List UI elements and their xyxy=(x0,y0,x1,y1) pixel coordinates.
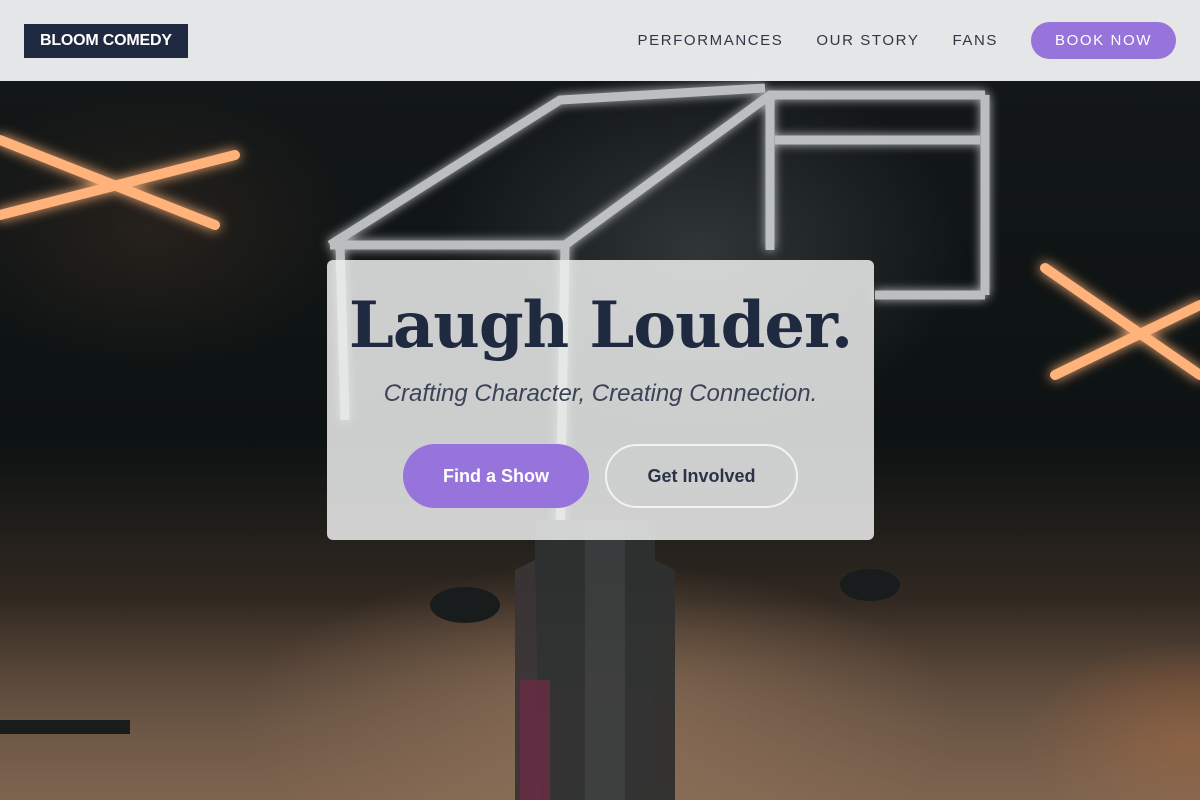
find-a-show-button[interactable]: Find a Show xyxy=(403,444,589,508)
microphone xyxy=(515,520,675,800)
book-now-button[interactable]: BOOK NOW xyxy=(1031,22,1176,59)
nav-link-our-story[interactable]: OUR STORY xyxy=(816,32,919,49)
hero-tagline: Crafting Character, Creating Connection. xyxy=(383,380,818,407)
neon-x-right xyxy=(1040,263,1200,380)
nav-link-performances[interactable]: PERFORMANCES xyxy=(638,32,784,49)
brand-logo[interactable]: BLOOM COMEDY xyxy=(24,23,188,58)
neon-x-left xyxy=(0,135,240,230)
stage-lights xyxy=(0,569,900,734)
nav-link-fans[interactable]: FANS xyxy=(952,32,998,49)
get-involved-button[interactable]: Get Involved xyxy=(605,444,798,508)
hero-headline: Laugh Louder. xyxy=(348,288,853,363)
nav-links: PERFORMANCES OUR STORY FANS BOOK NOW xyxy=(638,22,1176,59)
top-nav-bar: BLOOM COMEDY PERFORMANCES OUR STORY FANS… xyxy=(0,0,1200,81)
